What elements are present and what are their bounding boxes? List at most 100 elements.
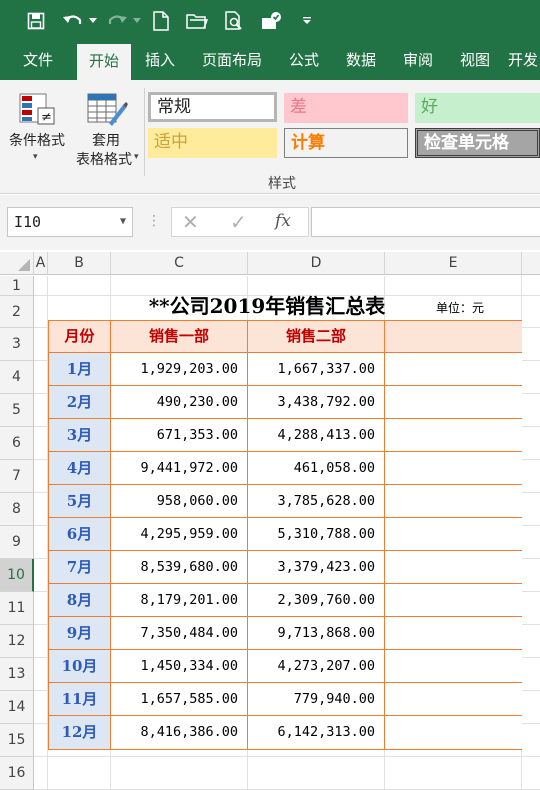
row-header-5[interactable]: 5 (0, 394, 34, 427)
print-preview-icon[interactable] (222, 8, 246, 34)
style-good[interactable]: 好 (415, 93, 540, 123)
sales-value-cell[interactable]: 1,929,203.00 (111, 353, 248, 386)
row-header-7[interactable]: 7 (0, 460, 34, 493)
sales-value-cell[interactable]: 958,060.00 (111, 485, 248, 518)
month-cell[interactable]: 1月 (49, 353, 111, 386)
tab-insert[interactable]: 插入 (134, 41, 186, 80)
month-cell[interactable]: 11月 (49, 683, 111, 716)
tab-view[interactable]: 视图 (450, 41, 500, 80)
row-header-10[interactable]: 10 (0, 559, 34, 592)
row-header-6[interactable]: 6 (0, 427, 34, 460)
empty-cell[interactable] (385, 716, 522, 749)
customize-icon[interactable] (300, 8, 314, 34)
table-header-cell[interactable]: 销售二部 (248, 321, 385, 353)
new-file-icon[interactable] (150, 8, 172, 34)
tab-formulas[interactable]: 公式 (280, 41, 328, 80)
sales-value-cell[interactable]: 4,273,207.00 (248, 650, 385, 683)
touch-mode-icon[interactable] (258, 8, 286, 34)
empty-cell[interactable] (385, 650, 522, 683)
sales-value-cell[interactable]: 2,309,760.00 (248, 584, 385, 617)
save-icon[interactable] (24, 8, 48, 34)
empty-cell[interactable] (385, 518, 522, 551)
month-cell[interactable]: 6月 (49, 518, 111, 551)
tab-file[interactable]: 文件 (10, 41, 66, 80)
month-cell[interactable]: 12月 (49, 716, 111, 749)
sales-value-cell[interactable]: 1,667,337.00 (248, 353, 385, 386)
empty-cell[interactable] (385, 551, 522, 584)
month-cell[interactable]: 2月 (49, 386, 111, 419)
column-header-a[interactable]: A (34, 252, 48, 275)
row-header-13[interactable]: 13 (0, 658, 34, 691)
table-format-icon[interactable] (86, 90, 128, 128)
name-box[interactable]: I10 ▼ (7, 207, 133, 237)
cancel-icon[interactable]: ✕ (182, 210, 199, 234)
sales-value-cell[interactable]: 6,142,313.00 (248, 716, 385, 749)
style-normal[interactable]: 常规 (148, 92, 277, 122)
empty-cell[interactable] (385, 353, 522, 386)
style-bad[interactable]: 差 (284, 93, 408, 123)
sales-value-cell[interactable]: 9,713,868.00 (248, 617, 385, 650)
empty-cell[interactable] (385, 452, 522, 485)
chevron-down-icon[interactable]: ▼ (120, 208, 126, 236)
sales-value-cell[interactable]: 8,539,680.00 (111, 551, 248, 584)
sales-value-cell[interactable]: 8,416,386.00 (111, 716, 248, 749)
row-header-16[interactable]: 16 (0, 757, 34, 790)
empty-cell[interactable] (385, 485, 522, 518)
row-header-9[interactable]: 9 (0, 526, 34, 559)
row-header-1[interactable]: 1 (0, 276, 34, 296)
insert-function-button[interactable]: fx (275, 211, 291, 231)
table-header-cell[interactable]: 月份 (49, 321, 111, 353)
column-header-b[interactable]: B (48, 252, 111, 275)
sales-value-cell[interactable]: 7,350,484.00 (111, 617, 248, 650)
column-header-c[interactable]: C (111, 252, 248, 275)
sales-value-cell[interactable]: 9,441,972.00 (111, 452, 248, 485)
month-cell[interactable]: 7月 (49, 551, 111, 584)
table-format-button[interactable]: 表格格式 (68, 149, 140, 169)
sales-value-cell[interactable]: 1,450,334.00 (111, 650, 248, 683)
month-cell[interactable]: 8月 (49, 584, 111, 617)
tab-home[interactable]: 开始 (77, 44, 131, 80)
row-header-2[interactable]: 2 (0, 296, 34, 328)
column-header-e[interactable]: E (385, 252, 522, 275)
row-header-4[interactable]: 4 (0, 361, 34, 394)
row-header-14[interactable]: 14 (0, 691, 34, 724)
tab-developer[interactable]: 开发 (508, 41, 540, 80)
column-header-d[interactable]: D (248, 252, 385, 275)
formula-input[interactable] (311, 207, 540, 237)
empty-cell[interactable] (385, 419, 522, 452)
sales-value-cell[interactable]: 3,785,628.00 (248, 485, 385, 518)
empty-cell[interactable] (385, 584, 522, 617)
sales-value-cell[interactable]: 671,353.00 (111, 419, 248, 452)
row-header-3[interactable]: 3 (0, 328, 34, 361)
style-neutral[interactable]: 适中 (148, 128, 277, 158)
conditional-format-icon[interactable]: ≠ (18, 90, 56, 128)
month-cell[interactable]: 5月 (49, 485, 111, 518)
undo-dropdown-icon[interactable] (87, 8, 99, 34)
style-calculation[interactable]: 计算 (284, 128, 408, 158)
month-cell[interactable]: 9月 (49, 617, 111, 650)
sales-value-cell[interactable]: 1,657,585.00 (111, 683, 248, 716)
sales-value-cell[interactable]: 4,295,959.00 (111, 518, 248, 551)
month-cell[interactable]: 4月 (49, 452, 111, 485)
sales-value-cell[interactable]: 461,058.00 (248, 452, 385, 485)
enter-icon[interactable]: ✓ (230, 210, 247, 234)
table-header-cell[interactable]: 销售一部 (111, 321, 248, 353)
sales-value-cell[interactable]: 3,438,792.00 (248, 386, 385, 419)
empty-cell[interactable] (385, 683, 522, 716)
table-header-cell[interactable] (385, 321, 522, 353)
sales-value-cell[interactable]: 5,310,788.00 (248, 518, 385, 551)
redo-icon[interactable] (104, 8, 130, 34)
redo-dropdown-icon[interactable] (131, 8, 143, 34)
undo-icon[interactable] (60, 8, 86, 34)
column-header-f[interactable] (522, 252, 540, 275)
style-check-cell[interactable]: 检查单元格 (415, 128, 540, 158)
open-folder-icon[interactable] (185, 8, 209, 34)
sales-value-cell[interactable]: 4,288,413.00 (248, 419, 385, 452)
month-cell[interactable]: 3月 (49, 419, 111, 452)
month-cell[interactable]: 10月 (49, 650, 111, 683)
row-header-15[interactable]: 15 (0, 724, 34, 757)
tab-page-layout[interactable]: 页面布局 (192, 41, 272, 80)
conditional-format-button[interactable]: 条件格式 (4, 130, 70, 150)
sales-value-cell[interactable]: 779,940.00 (248, 683, 385, 716)
tab-data[interactable]: 数据 (336, 41, 386, 80)
